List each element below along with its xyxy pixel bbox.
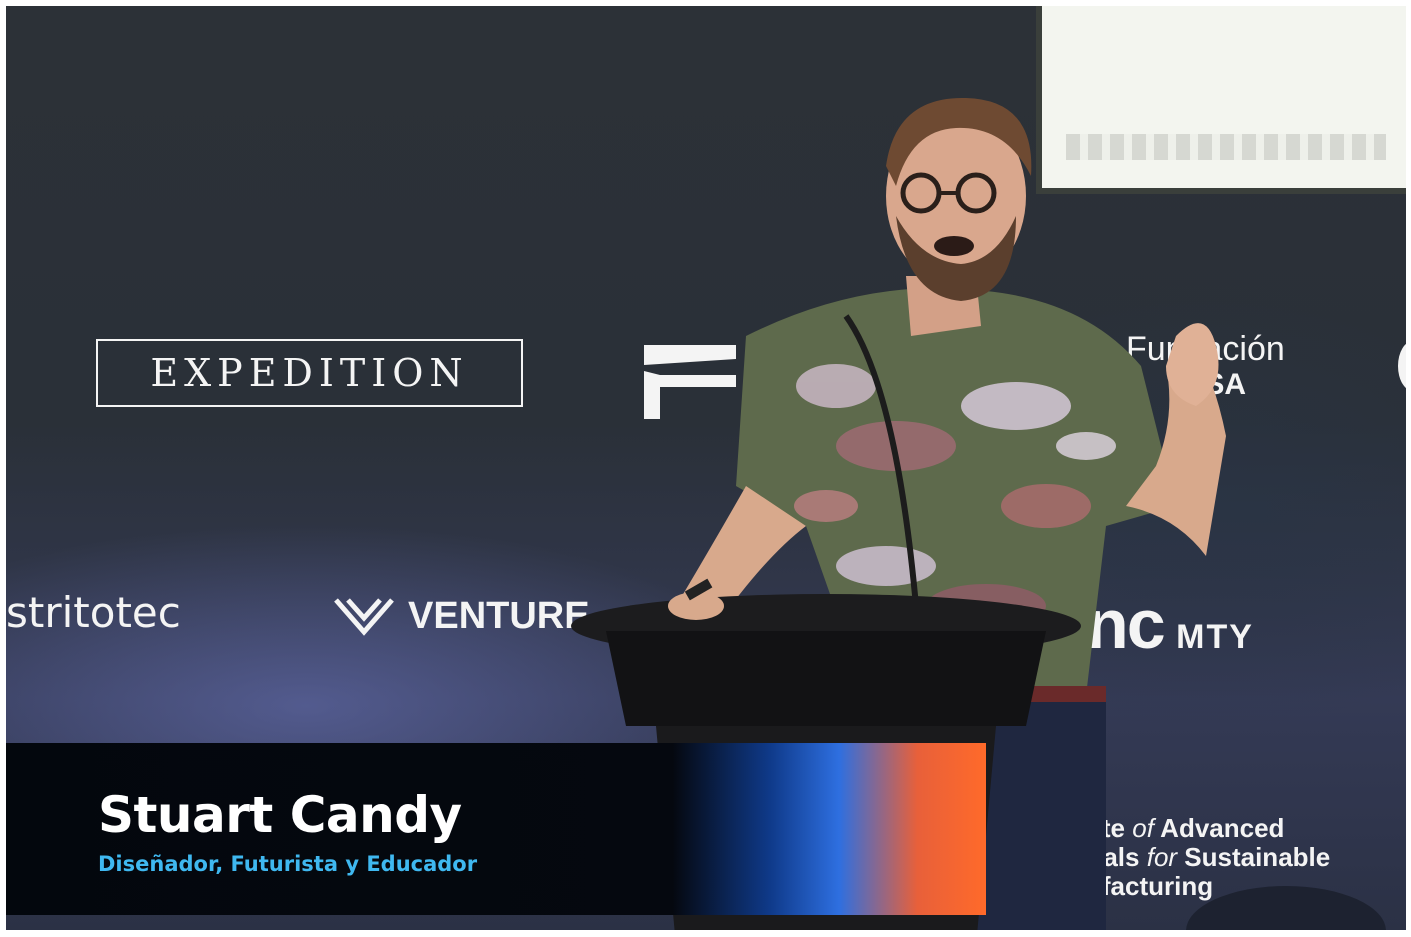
venture-logo-text: VENTURE	[408, 594, 590, 637]
expedition-logo-text: EXPEDITION	[150, 351, 469, 395]
video-frame: EXPEDITION Fundación ISA stritotec VENTU…	[6, 6, 1406, 930]
podium-front	[606, 631, 1046, 726]
venture-logo: VENTURE	[332, 594, 590, 638]
speaker-name: Stuart Candy	[98, 786, 462, 844]
venture-chevron-icon	[334, 598, 394, 636]
distritotec-logo: stritotec	[6, 588, 181, 637]
speaker-role: Diseñador, Futurista y Educador	[98, 852, 478, 876]
distritotec-logo-text: stritotec	[6, 588, 181, 637]
partial-c-logo	[1398, 341, 1406, 391]
expedition-logo: EXPEDITION	[96, 339, 523, 407]
